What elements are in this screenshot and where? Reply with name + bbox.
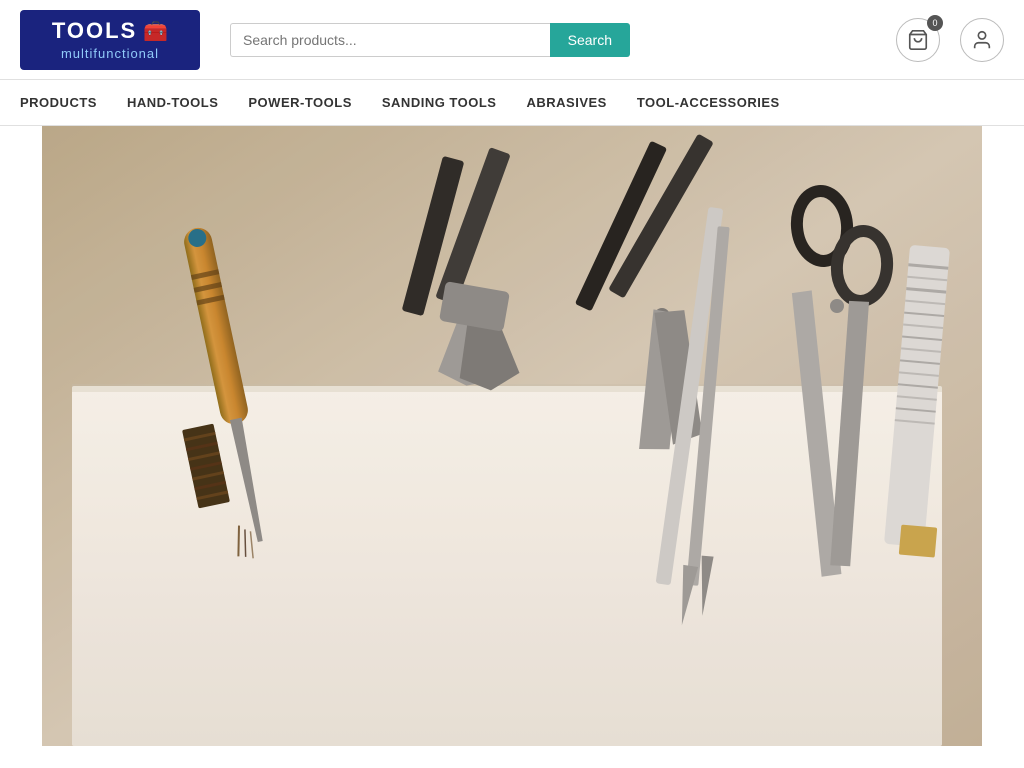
hero-image	[0, 126, 1024, 746]
nav-item-abrasives[interactable]: ABRASIVES	[526, 83, 606, 122]
nav-item-tool-accessories[interactable]: TOOL-ACCESSORIES	[637, 83, 780, 122]
cart-button[interactable]: 0	[896, 18, 940, 62]
logo-icon: 🧰	[143, 19, 168, 44]
search-input[interactable]	[230, 23, 550, 57]
user-icon	[971, 29, 993, 51]
main-nav: PRODUCTS HAND-TOOLS POWER-TOOLS SANDING TOO…	[0, 80, 1024, 126]
logo-subtitle: multifunctional	[61, 46, 159, 61]
hero-svg	[0, 126, 1024, 746]
cart-badge: 0	[927, 15, 943, 31]
search-button[interactable]: Search	[550, 23, 630, 57]
site-header: TOOLS 🧰 multifunctional Search 0	[0, 0, 1024, 80]
account-button[interactable]	[960, 18, 1004, 62]
search-area: Search	[230, 23, 630, 57]
nav-item-sanding-tools[interactable]: SANDING TOOLS	[382, 83, 497, 122]
header-icons: 0	[896, 18, 1004, 62]
nav-item-hand-tools[interactable]: HAND-TOOLS	[127, 83, 218, 122]
nav-item-products[interactable]: PRODUCTS	[20, 83, 97, 122]
cart-icon	[907, 29, 929, 51]
nav-item-power-tools[interactable]: POWER-TOOLS	[248, 83, 351, 122]
site-logo[interactable]: TOOLS 🧰 multifunctional	[20, 10, 200, 70]
logo-title: TOOLS	[52, 20, 137, 42]
hero-section	[0, 126, 1024, 746]
